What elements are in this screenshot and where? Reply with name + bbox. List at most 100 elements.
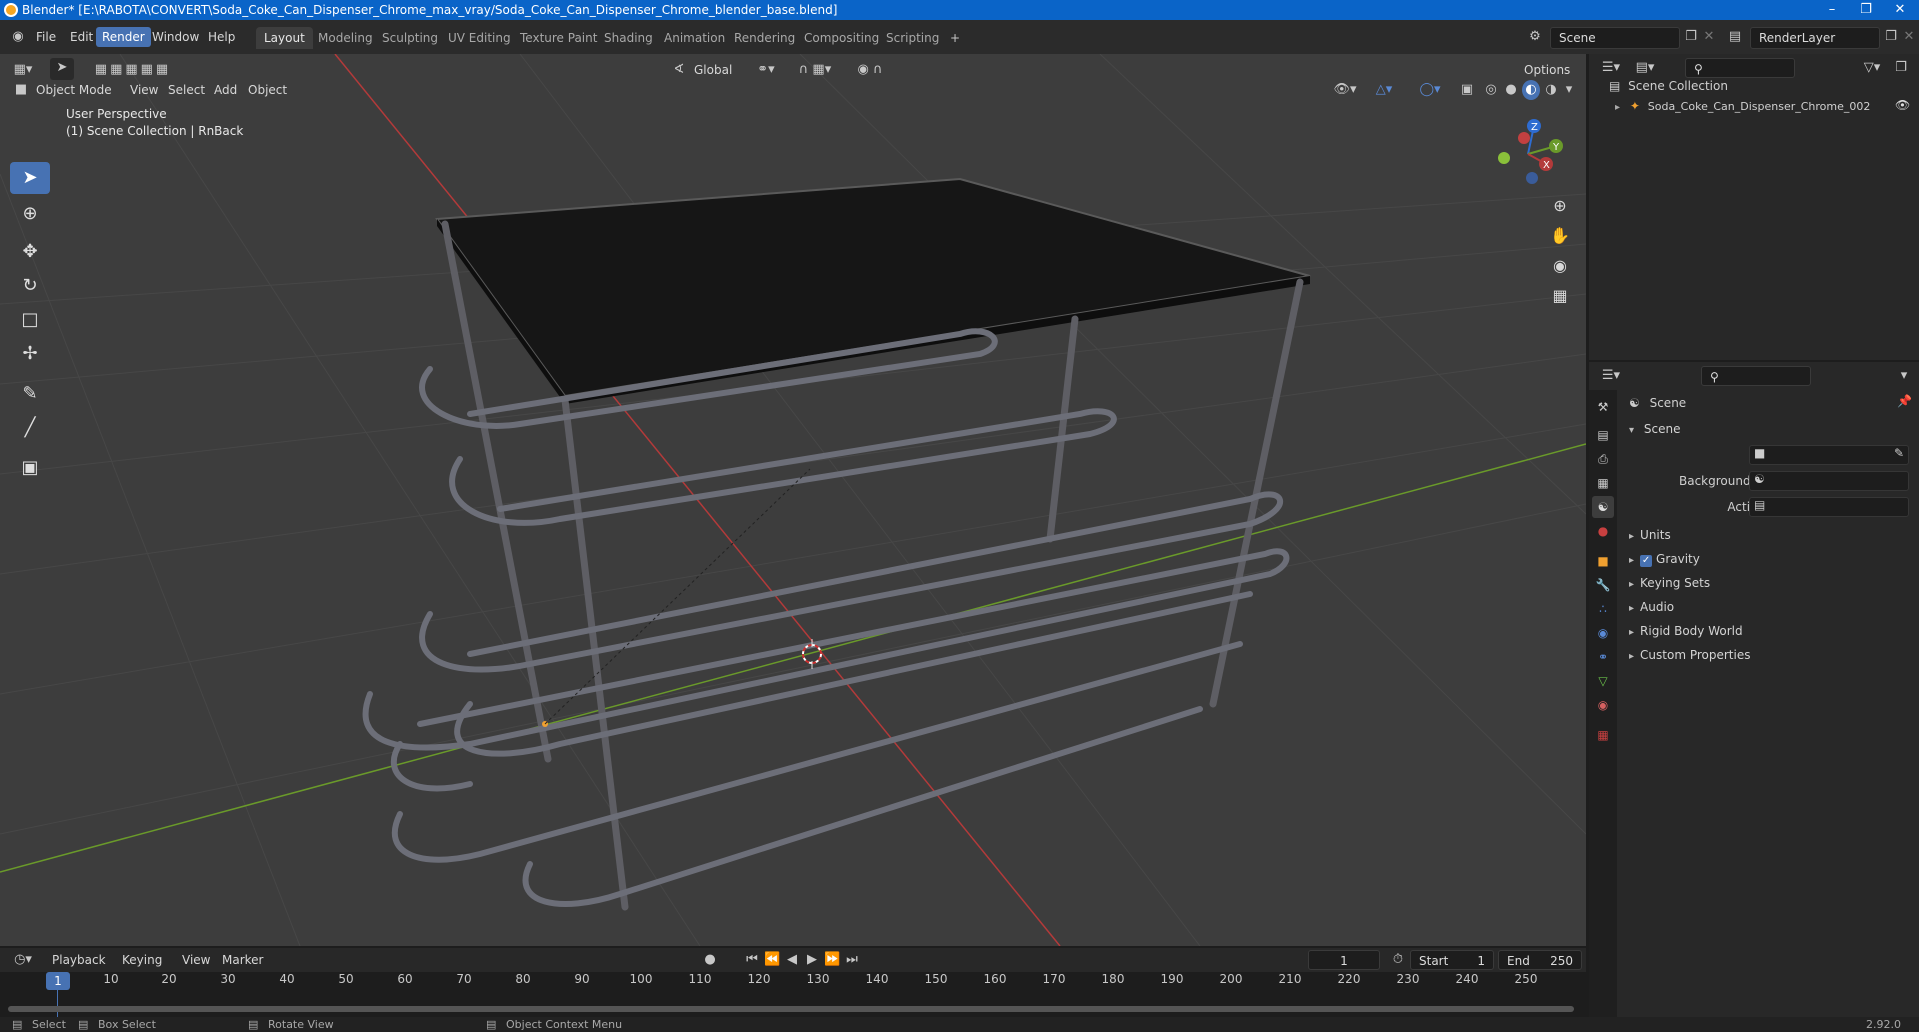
tab-texture-paint[interactable]: Texture Paint: [512, 27, 605, 49]
pin-icon[interactable]: 📌: [1897, 394, 1912, 408]
annotate-tool-icon[interactable]: ✎: [10, 378, 50, 410]
editor-type-icon[interactable]: ▦▾: [8, 60, 38, 80]
next-keyframe-icon[interactable]: ⏩: [824, 950, 840, 970]
object-mode-dropdown[interactable]: Object Mode: [30, 80, 118, 100]
background-scene-field[interactable]: ☯: [1749, 471, 1909, 491]
outliner-row-object[interactable]: ▸ ✦ Soda_Coke_Can_Dispenser_Chrome_002: [1615, 96, 1915, 116]
menu-view[interactable]: View: [124, 80, 164, 100]
expand-arrow-icon[interactable]: ▸: [1615, 102, 1620, 113]
stopwatch-icon[interactable]: ⏱: [1388, 950, 1408, 970]
current-frame-field[interactable]: 1: [1308, 950, 1380, 970]
measure-tool-icon[interactable]: ╱: [10, 412, 50, 444]
active-clip-field[interactable]: ▤: [1749, 497, 1909, 517]
properties-search-field[interactable]: ⚲: [1701, 366, 1811, 386]
gravity-subpanel[interactable]: ▸ ✓ Gravity: [1629, 548, 1700, 570]
rigid-body-world-subpanel[interactable]: ▸ Rigid Body World: [1629, 620, 1743, 642]
jump-start-icon[interactable]: ⏮: [744, 950, 760, 970]
close-button[interactable]: ✕: [1883, 0, 1917, 20]
menu-object[interactable]: Object: [242, 80, 293, 100]
solid-shading-icon[interactable]: ●: [1502, 80, 1520, 100]
menu-help[interactable]: Help: [202, 27, 241, 47]
outliner-search-field[interactable]: ⚲: [1685, 58, 1795, 78]
tab-uv-editing[interactable]: UV Editing: [440, 27, 519, 49]
timeline-editor-type-icon[interactable]: ◷▾: [8, 950, 38, 970]
keying-sets-subpanel[interactable]: ▸ Keying Sets: [1629, 572, 1710, 594]
gravity-checkbox[interactable]: ✓: [1640, 555, 1653, 567]
end-frame-field[interactable]: End 250: [1498, 950, 1582, 970]
render-tab-icon[interactable]: ▤: [1592, 424, 1614, 446]
menu-file[interactable]: File: [30, 27, 62, 47]
menu-marker[interactable]: Marker: [216, 950, 269, 970]
visibility-icon[interactable]: 👁▾: [1330, 80, 1360, 100]
properties-options-icon[interactable]: ▾: [1895, 366, 1913, 386]
pivot-point-icon[interactable]: ⚭▾: [752, 60, 780, 80]
menu-select[interactable]: Select: [162, 80, 211, 100]
xray-icon[interactable]: ▣: [1458, 80, 1476, 100]
shading-options-icon[interactable]: ▾: [1562, 80, 1576, 100]
transform-tool-icon[interactable]: ✢: [10, 338, 50, 370]
gizmo-neg-x-axis[interactable]: [1518, 132, 1530, 144]
tab-shading[interactable]: Shading: [596, 27, 661, 49]
add-cube-tool-icon[interactable]: ▣: [10, 452, 50, 484]
object-tab-icon[interactable]: ■: [1592, 550, 1614, 572]
tab-modeling[interactable]: Modeling: [310, 27, 381, 49]
cursor-tool-icon[interactable]: ⊕: [10, 198, 50, 230]
material-shading-icon[interactable]: ◐: [1522, 80, 1540, 100]
tab-rendering[interactable]: Rendering: [726, 27, 803, 49]
proportional-editing-icon[interactable]: ◉ ∩: [848, 60, 892, 80]
filter-icon[interactable]: ▽▾: [1857, 58, 1887, 78]
prev-keyframe-icon[interactable]: ⏪: [764, 950, 780, 970]
transform-orientation-icon[interactable]: ∢: [670, 60, 688, 80]
viewlayer-icon[interactable]: ▤: [1724, 27, 1746, 47]
menu-timeline-view[interactable]: View: [176, 950, 216, 970]
physics-tab-icon[interactable]: ◉: [1592, 622, 1614, 644]
start-frame-field[interactable]: Start 1: [1410, 950, 1494, 970]
gizmo-neg-y-axis[interactable]: [1498, 152, 1510, 164]
eyedropper-icon[interactable]: ✎: [1894, 446, 1904, 460]
gizmo-neg-z-axis[interactable]: [1526, 172, 1538, 184]
transform-orientation-dropdown[interactable]: Global: [688, 60, 738, 80]
wireframe-shading-icon[interactable]: ◎: [1482, 80, 1500, 100]
menu-playback[interactable]: Playback: [46, 950, 112, 970]
output-tab-icon[interactable]: ⎙: [1592, 448, 1614, 470]
rendered-shading-icon[interactable]: ◑: [1542, 80, 1560, 100]
menu-edit[interactable]: Edit: [64, 27, 99, 47]
timeline-ruler[interactable]: 1 10 20 30 40 50 60 70 80 90 100 110 120…: [0, 972, 1586, 1017]
scene-selector-icon[interactable]: ⚙: [1524, 27, 1546, 47]
tab-compositing[interactable]: Compositing: [796, 27, 887, 49]
maximize-button[interactable]: ❐: [1849, 0, 1883, 20]
units-subpanel[interactable]: ▸ Units: [1629, 524, 1671, 546]
camera-field[interactable]: ■ ✎: [1749, 445, 1909, 465]
scene-tab-icon[interactable]: ☯: [1592, 496, 1614, 518]
particles-tab-icon[interactable]: ∴: [1592, 598, 1614, 620]
modifier-tab-icon[interactable]: 🔧: [1592, 574, 1614, 596]
menu-add[interactable]: Add: [208, 80, 243, 100]
jump-end-icon[interactable]: ⏭: [844, 950, 860, 970]
custom-properties-subpanel[interactable]: ▸ Custom Properties: [1629, 644, 1750, 666]
display-mode-icon[interactable]: ▤▾: [1631, 58, 1659, 78]
navigation-gizmo[interactable]: Z Y X: [1488, 114, 1568, 194]
tab-animation[interactable]: Animation: [656, 27, 733, 49]
visibility-eye-icon[interactable]: 👁: [1895, 98, 1910, 112]
playhead-frame[interactable]: 1: [46, 972, 70, 990]
new-scene-icon[interactable]: ❐: [1682, 27, 1700, 47]
texture-tab-icon[interactable]: ▦: [1592, 724, 1614, 746]
scene-name-field[interactable]: Scene: [1550, 27, 1680, 49]
view-layer-tab-icon[interactable]: ▦: [1592, 472, 1614, 494]
select-tool-icon[interactable]: ➤: [50, 58, 74, 80]
constraints-tab-icon[interactable]: ⚭: [1592, 646, 1614, 668]
camera-view-icon[interactable]: ◉: [1545, 252, 1575, 280]
snap-icon[interactable]: ∩ ▦▾: [790, 60, 840, 80]
gizmo-toggle-icon[interactable]: △▾: [1366, 80, 1402, 100]
options-dropdown[interactable]: Options: [1518, 60, 1576, 80]
material-tab-icon[interactable]: ◉: [1592, 694, 1614, 716]
tab-scripting[interactable]: Scripting: [878, 27, 947, 49]
timeline-scrollbar[interactable]: [8, 1006, 1574, 1012]
data-tab-icon[interactable]: ▽: [1592, 670, 1614, 692]
outliner-editor-type-icon[interactable]: ☰▾: [1597, 58, 1625, 78]
tab-layout[interactable]: Layout: [256, 27, 313, 49]
viewlayer-name-field[interactable]: RenderLayer: [1750, 27, 1880, 49]
remove-viewlayer-icon[interactable]: ✕: [1900, 27, 1918, 47]
menu-keying[interactable]: Keying: [116, 950, 168, 970]
zoom-icon[interactable]: ⊕: [1545, 192, 1575, 220]
